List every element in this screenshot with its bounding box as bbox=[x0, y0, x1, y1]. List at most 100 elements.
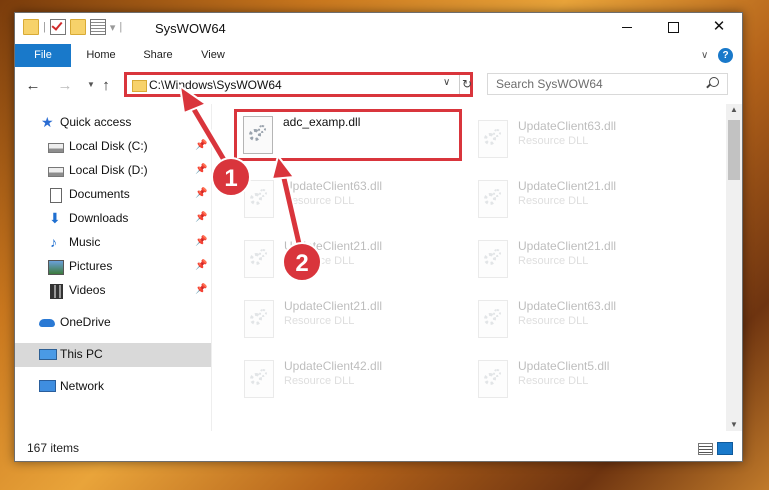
dll-file-icon bbox=[478, 240, 508, 278]
dll-file-icon bbox=[478, 360, 508, 398]
tab-view[interactable]: View bbox=[195, 44, 231, 67]
dll-file-icon bbox=[244, 360, 274, 398]
file-item[interactable]: UpdateClient21.dll Resource DLL bbox=[468, 172, 696, 224]
sidebar-item-local-disk-d[interactable]: Local Disk (D:) 📌 bbox=[15, 159, 211, 183]
dll-file-icon bbox=[478, 300, 508, 338]
file-type: Resource DLL bbox=[518, 375, 589, 387]
file-item[interactable]: UpdateClient21.dll Resource DLL bbox=[234, 232, 462, 284]
toolbar-separator: | bbox=[119, 21, 123, 33]
sidebar-item-label: Documents bbox=[69, 187, 130, 201]
tab-home[interactable]: Home bbox=[79, 44, 123, 67]
sidebar-item-quick-access[interactable]: ★ Quick access bbox=[15, 111, 211, 135]
details-view-icon[interactable] bbox=[698, 443, 713, 455]
sidebar-item-label: OneDrive bbox=[60, 315, 111, 329]
refresh-icon[interactable]: ↻ bbox=[459, 75, 474, 94]
scroll-up-icon[interactable]: ▲ bbox=[730, 105, 738, 114]
maximize-icon bbox=[667, 21, 679, 33]
pin-icon[interactable]: 📌 bbox=[195, 140, 207, 151]
recent-locations-icon[interactable]: ▼ bbox=[83, 80, 99, 89]
sidebar-item-local-disk-c[interactable]: Local Disk (C:) 📌 bbox=[15, 135, 211, 159]
folder-icon[interactable] bbox=[23, 19, 39, 35]
sidebar-item-music[interactable]: ♪ Music 📌 bbox=[15, 231, 211, 255]
navigation-pane: ★ Quick access Local Disk (C:) 📌 Local D… bbox=[15, 104, 212, 431]
sidebar-item-label: Local Disk (D:) bbox=[69, 163, 148, 177]
file-item[interactable]: UpdateClient63.dll Resource DLL bbox=[468, 292, 696, 344]
minimize-icon bbox=[622, 26, 632, 28]
vertical-scrollbar[interactable]: ▲ ▼ bbox=[726, 104, 742, 431]
file-item[interactable]: UpdateClient63.dll Resource DLL bbox=[234, 172, 462, 224]
file-item[interactable]: UpdateClient63.dll Resource DLL bbox=[468, 112, 696, 164]
file-type: Resource DLL bbox=[518, 195, 589, 207]
file-item[interactable]: UpdateClient21.dll Resource DLL bbox=[234, 292, 462, 344]
file-item[interactable]: UpdateClient5.dll Resource DLL bbox=[468, 352, 696, 404]
dropdown-arrow-icon[interactable]: ▾ bbox=[110, 21, 116, 34]
pin-icon[interactable]: 📌 bbox=[195, 284, 207, 295]
file-type: Resource DLL bbox=[284, 375, 355, 387]
sidebar-item-label: Local Disk (C:) bbox=[69, 139, 148, 153]
customize-toolbar-icon[interactable] bbox=[89, 19, 106, 35]
sidebar-item-downloads[interactable]: ⬇ Downloads 📌 bbox=[15, 207, 211, 231]
file-name: UpdateClient21.dll bbox=[518, 239, 617, 253]
pin-icon[interactable]: 📌 bbox=[195, 260, 207, 271]
sidebar-item-videos[interactable]: Videos 📌 bbox=[15, 279, 211, 303]
sidebar-item-label: Quick access bbox=[60, 115, 132, 129]
file-name: adc_examp.dll bbox=[283, 115, 361, 129]
address-bar[interactable]: C:\Windows\SysWOW64 ∨ ↻ bbox=[124, 72, 473, 97]
expand-ribbon-icon[interactable]: ∨ bbox=[701, 50, 708, 61]
close-button[interactable]: ✕ bbox=[696, 13, 742, 43]
large-icons-view-icon[interactable] bbox=[717, 442, 733, 455]
file-type: Resource DLL bbox=[284, 315, 355, 327]
step-2-badge: 2 bbox=[282, 242, 322, 282]
sidebar-item-label: Network bbox=[60, 379, 105, 393]
sidebar-item-pictures[interactable]: Pictures 📌 bbox=[15, 255, 211, 279]
sidebar-item-onedrive[interactable]: OneDrive bbox=[15, 311, 211, 335]
computer-icon bbox=[39, 349, 57, 360]
pictures-icon bbox=[48, 260, 64, 275]
sidebar-item-this-pc[interactable]: This PC bbox=[15, 343, 211, 367]
scrollbar-thumb[interactable] bbox=[728, 120, 740, 180]
maximize-button[interactable] bbox=[650, 13, 696, 43]
search-icon[interactable] bbox=[709, 77, 719, 87]
drive-icon bbox=[48, 143, 64, 153]
pin-icon[interactable]: 📌 bbox=[195, 164, 207, 175]
music-icon: ♪ bbox=[50, 234, 57, 250]
file-item[interactable]: UpdateClient21.dll Resource DLL bbox=[468, 232, 696, 284]
document-icon bbox=[50, 188, 62, 203]
drive-icon bbox=[48, 167, 64, 177]
new-folder-icon[interactable] bbox=[69, 19, 86, 35]
quick-access-toolbar: | ▾ | bbox=[23, 19, 122, 35]
videos-icon bbox=[50, 284, 63, 299]
file-type: Resource DLL bbox=[284, 195, 355, 207]
address-path[interactable]: C:\Windows\SysWOW64 bbox=[149, 78, 282, 92]
sidebar-item-documents[interactable]: Documents 📌 bbox=[15, 183, 211, 207]
window-title: SysWOW64 bbox=[155, 21, 226, 36]
dll-file-icon bbox=[244, 300, 274, 338]
sidebar-item-network[interactable]: Network bbox=[15, 375, 211, 399]
file-item[interactable]: UpdateClient42.dll Resource DLL bbox=[234, 352, 462, 404]
up-arrow-icon[interactable]: ↑ bbox=[98, 77, 114, 94]
sidebar-item-label: Pictures bbox=[69, 259, 113, 273]
tab-share[interactable]: Share bbox=[137, 44, 179, 67]
search-input[interactable]: Search SysWOW64 bbox=[487, 73, 728, 95]
item-count: 167 items bbox=[27, 441, 80, 455]
file-item-adc-examp[interactable]: adc_examp.dll bbox=[234, 109, 462, 161]
help-icon[interactable]: ? bbox=[718, 48, 733, 63]
tab-file[interactable]: File bbox=[15, 44, 71, 67]
ribbon-tabs: File Home Share View ∨ ? bbox=[15, 44, 742, 68]
pin-icon[interactable]: 📌 bbox=[195, 236, 207, 247]
address-dropdown-icon[interactable]: ∨ bbox=[443, 77, 450, 88]
minimize-button[interactable] bbox=[604, 13, 650, 43]
cloud-icon bbox=[39, 319, 55, 327]
status-bar: 167 items bbox=[15, 431, 742, 461]
sidebar-item-label: This PC bbox=[60, 347, 103, 361]
file-name: UpdateClient63.dll bbox=[518, 299, 617, 313]
back-arrow-icon[interactable]: ← bbox=[25, 77, 41, 94]
pin-icon[interactable]: 📌 bbox=[195, 212, 207, 223]
sidebar-item-label: Music bbox=[69, 235, 101, 249]
file-type: Resource DLL bbox=[518, 135, 589, 147]
pin-icon[interactable]: 📌 bbox=[195, 188, 207, 199]
scroll-down-icon[interactable]: ▼ bbox=[730, 420, 738, 429]
file-name: UpdateClient21.dll bbox=[284, 299, 383, 313]
properties-check-icon[interactable] bbox=[49, 19, 66, 35]
forward-arrow-icon[interactable]: → bbox=[57, 77, 73, 94]
